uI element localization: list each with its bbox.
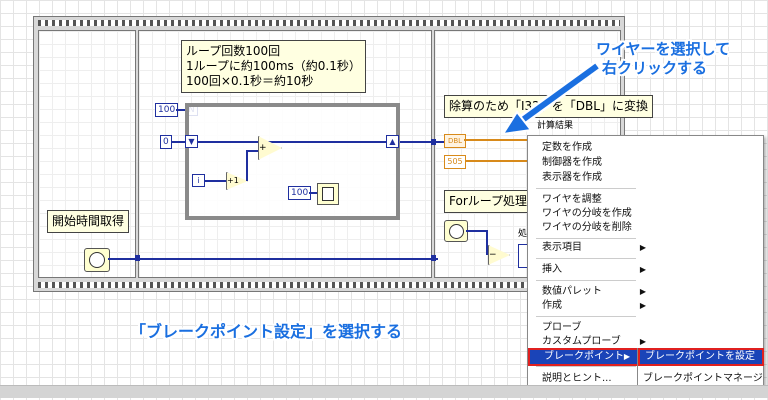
sequence-frame-1[interactable]	[38, 30, 136, 278]
to-dbl-function[interactable]: DBL	[444, 134, 466, 148]
wire-505[interactable]	[465, 160, 527, 162]
for-loop[interactable]	[185, 103, 400, 220]
start-time-note[interactable]: 開始時間取得	[47, 210, 130, 233]
select-wire-line-1: ワイヤーを選択して	[596, 40, 731, 58]
wait-ms-constant[interactable]: 100	[288, 186, 312, 200]
menu-separator	[536, 280, 636, 281]
wire-wait[interactable]	[309, 192, 317, 194]
horizontal-scrollbar[interactable]	[0, 385, 768, 398]
loop-note-line-3: 100回×0.1秒＝約10秒	[186, 74, 314, 88]
tick-count-clock-icon[interactable]	[84, 248, 110, 272]
iteration-terminal[interactable]: i	[192, 174, 205, 187]
wire-iteration[interactable]	[205, 180, 226, 182]
wire-zero[interactable]	[172, 141, 185, 143]
wire-increment-right[interactable]	[246, 150, 258, 152]
menu-create-indicator[interactable]: 表示器を作成	[528, 170, 654, 186]
submenu-arrow-icon: ▶	[639, 243, 646, 252]
menu-separator	[536, 316, 636, 317]
loop-count-constant[interactable]: 100	[155, 103, 179, 117]
menu-separator	[536, 238, 636, 239]
menu-separator	[536, 258, 636, 259]
sequence-top-strip	[38, 20, 620, 26]
menu-create-control[interactable]: 制御器を作成	[528, 155, 654, 171]
const-505[interactable]: 505	[444, 155, 466, 169]
submenu-arrow-icon: ▶	[639, 265, 646, 274]
loop-count-note[interactable]: ループ回数100回 1ループに約100ms（約0.1秒） 100回×0.1秒＝約…	[181, 40, 366, 93]
menu-insert[interactable]: 挿入 ▶	[528, 262, 654, 278]
menu-separator	[536, 366, 636, 367]
menu-create[interactable]: 作成 ▶	[528, 298, 654, 314]
submenu-breakpoint-manager[interactable]: ブレークポイントマネージャ	[638, 372, 763, 398]
select-wire-line-2: 右クリックする	[602, 59, 708, 77]
wire-end-time[interactable]	[466, 230, 486, 232]
context-menu[interactable]: 定数を作成 制御器を作成 表示器を作成 ワイヤを調整 ワイヤの分岐を作成 ワイヤ…	[527, 135, 764, 398]
wire-shift-register[interactable]	[198, 141, 386, 143]
submenu-arrow-icon: ▶	[639, 301, 646, 310]
submenu-set-breakpoint[interactable]: ブレークポイントを設定	[638, 348, 764, 366]
wait-ms-timer-icon[interactable]	[317, 183, 339, 205]
submenu-arrow-icon: ▶	[623, 352, 630, 361]
wire-end-time-down[interactable]	[486, 230, 488, 255]
menu-breakpoint[interactable]: ブレークポイント ▶	[528, 348, 640, 366]
partial-label: 処	[518, 229, 528, 239]
select-breakpoint-instruction: 「ブレークポイント設定」を選択する	[130, 322, 403, 341]
menu-delete-wire-branch[interactable]: ワイヤの分岐を削除	[528, 220, 654, 236]
shift-register-left[interactable]: ▼	[185, 135, 198, 148]
shift-register-right[interactable]: ▲	[386, 135, 399, 148]
annotation-arrow	[500, 61, 601, 136]
menu-separator	[536, 188, 636, 189]
tunnel-3	[431, 139, 436, 145]
end-tick-count-clock-icon[interactable]	[444, 220, 468, 242]
select-wire-instruction: ワイヤーを選択して 右クリックする	[596, 40, 730, 78]
wire-loop-count[interactable]	[176, 109, 185, 111]
wire-increment-up[interactable]	[246, 150, 248, 181]
menu-visible-items[interactable]: 表示項目 ▶	[528, 240, 654, 256]
loop-note-line-1: ループ回数100回	[186, 44, 281, 58]
wire-loop-result[interactable]	[400, 141, 444, 143]
breakpoint-submenu[interactable]: ブレークポイントを設定 ブレークポイントマネージャ	[637, 348, 764, 398]
tunnel-2	[431, 255, 436, 261]
zero-constant[interactable]: 0	[160, 135, 172, 149]
tunnel-1	[135, 255, 140, 261]
loop-note-line-2: 1ループに約100ms（約0.1秒）	[186, 59, 361, 73]
menu-create-constant[interactable]: 定数を作成	[528, 140, 654, 156]
wire-start-time[interactable]	[108, 258, 438, 260]
